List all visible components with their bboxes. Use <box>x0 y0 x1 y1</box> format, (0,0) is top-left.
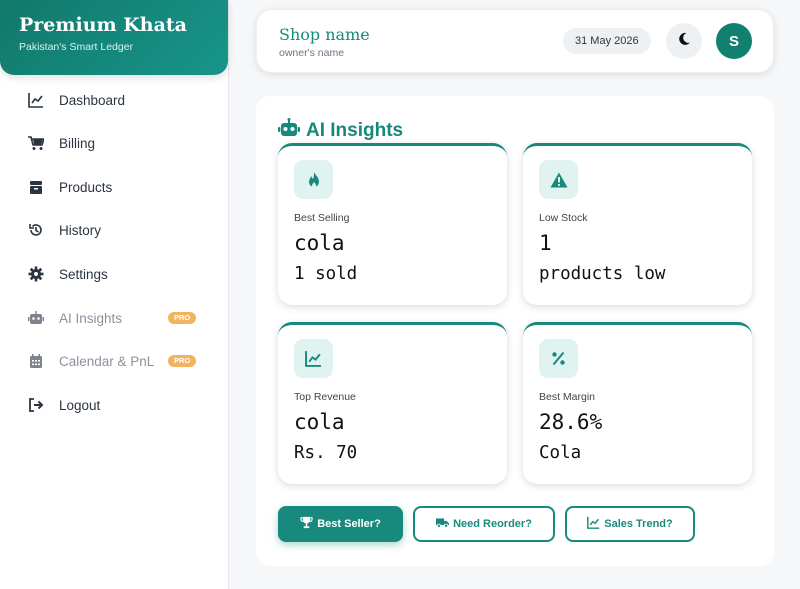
sidebar-item-label: Products <box>59 179 113 195</box>
brand-banner: Premium Khata Pakistan's Smart Ledger <box>0 0 228 75</box>
sidebar-item-products[interactable]: Products <box>18 170 213 204</box>
dark-mode-toggle[interactable] <box>666 23 702 59</box>
cart-icon <box>18 133 48 153</box>
card-value: cola <box>294 231 345 255</box>
sidebar-item-label: Billing <box>59 135 96 151</box>
need-reorder-label: Need Reorder? <box>453 518 532 530</box>
insight-card-top-revenue: Top Revenue cola Rs. 70 <box>278 322 507 484</box>
card-value: 28.6% <box>539 410 603 434</box>
date-badge: 31 May 2026 <box>563 28 651 54</box>
card-sub: products low <box>539 264 666 284</box>
sales-trend-button[interactable]: Sales Trend? <box>565 506 695 542</box>
best-seller-button[interactable]: Best Seller? <box>278 506 403 542</box>
robot-icon <box>18 308 48 328</box>
truck-icon <box>436 516 453 532</box>
sidebar-item-label: AI Insights <box>59 310 123 326</box>
card-sub: Rs. 70 <box>294 443 358 463</box>
percent-icon <box>539 339 578 378</box>
sidebar-item-dashboard[interactable]: Dashboard <box>18 83 213 117</box>
brand-title: Premium Khata <box>19 14 187 36</box>
ai-insights-panel: AI Insights Best Selling cola 1 sold Low… <box>256 96 774 566</box>
need-reorder-button[interactable]: Need Reorder? <box>413 506 555 542</box>
sidebar-item-calendar-pnl[interactable]: Calendar & PnL PRO <box>18 344 213 378</box>
card-value: cola <box>294 410 345 434</box>
pro-badge: PRO <box>168 355 197 367</box>
sidebar-item-label: Logout <box>59 397 101 413</box>
owner-name: owner's name <box>279 47 345 59</box>
section-title: AI Insights <box>278 118 403 143</box>
insight-card-best-selling: Best Selling cola 1 sold <box>278 143 507 305</box>
section-title-text: AI Insights <box>306 119 404 141</box>
sidebar-item-label: Settings <box>59 266 108 282</box>
insight-card-low-stock: Low Stock 1 products low <box>523 143 752 305</box>
card-label: Best Selling <box>294 212 350 224</box>
card-value: 1 <box>539 231 552 255</box>
warning-icon <box>539 160 578 199</box>
gear-icon <box>18 264 48 284</box>
card-label: Top Revenue <box>294 391 356 403</box>
sidebar-item-billing[interactable]: Billing <box>18 126 213 160</box>
sidebar: Premium Khata Pakistan's Smart Ledger Da… <box>0 0 229 589</box>
sidebar-item-label: Calendar & PnL <box>59 353 155 369</box>
sidebar-item-logout[interactable]: Logout <box>18 388 213 422</box>
sidebar-item-settings[interactable]: Settings <box>18 257 213 291</box>
chart-line-icon <box>18 90 48 110</box>
trophy-icon <box>300 516 317 532</box>
brand-subtitle: Pakistan's Smart Ledger <box>19 41 134 53</box>
chart-line-icon <box>587 516 604 532</box>
history-icon <box>18 220 48 240</box>
chart-line-icon <box>294 339 333 378</box>
insight-card-best-margin: Best Margin 28.6% Cola <box>523 322 752 484</box>
top-header: Shop name owner's name 31 May 2026 S <box>256 9 774 73</box>
robot-icon <box>278 118 300 143</box>
moon-icon <box>677 32 691 51</box>
card-label: Best Margin <box>539 391 596 403</box>
card-sub: Cola <box>539 443 582 463</box>
sidebar-item-history[interactable]: History <box>18 213 213 247</box>
logout-icon <box>18 395 48 415</box>
pro-badge: PRO <box>168 312 197 324</box>
avatar[interactable]: S <box>716 23 752 59</box>
sidebar-item-label: Dashboard <box>59 92 126 108</box>
card-sub: 1 sold <box>294 264 358 284</box>
shop-name: Shop name <box>279 25 370 44</box>
fire-icon <box>294 160 333 199</box>
box-icon <box>18 177 48 197</box>
calendar-icon <box>18 351 48 371</box>
sidebar-item-ai-insights[interactable]: AI Insights PRO <box>18 301 213 335</box>
sidebar-item-label: History <box>59 222 102 238</box>
best-seller-label: Best Seller? <box>317 518 381 530</box>
sales-trend-label: Sales Trend? <box>604 518 673 530</box>
card-label: Low Stock <box>539 212 588 224</box>
